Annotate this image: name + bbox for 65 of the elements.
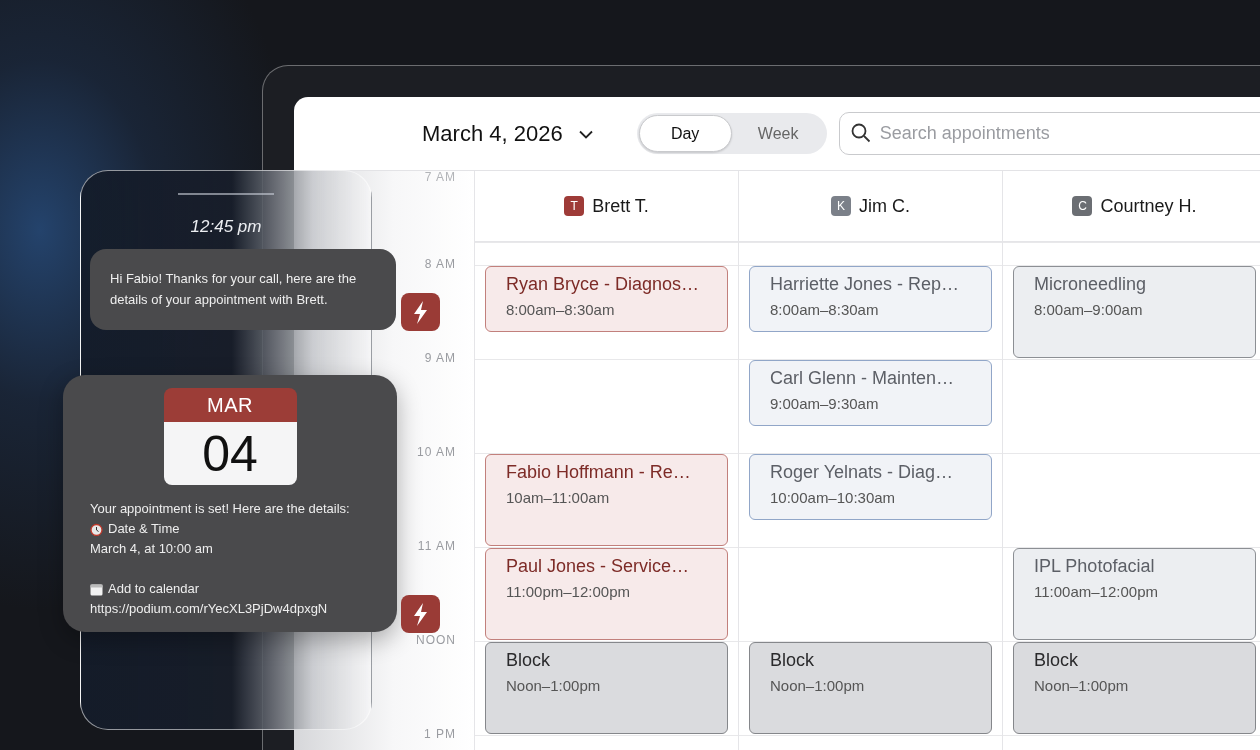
alarm-clock-icon xyxy=(90,522,103,536)
event-title: Paul Jones - Service… xyxy=(506,556,691,577)
time-label: 1 PM xyxy=(424,726,456,743)
calendar-day: 04 xyxy=(163,422,297,485)
event-time: 11:00pm–12:00pm xyxy=(506,583,631,600)
event-title: Roger Yelnats - Diag… xyxy=(770,462,955,483)
event-title: Microneedling xyxy=(1034,274,1148,295)
event-title: Harriette Jones - Rep… xyxy=(770,274,961,295)
search-field[interactable]: Search appointments xyxy=(838,112,1260,155)
appointment-event[interactable]: IPL Photofacial 11:00am–12:00pm xyxy=(1013,548,1256,640)
date-title: March 4, 2026 xyxy=(422,120,563,147)
staff-name: Brett T. xyxy=(592,195,649,217)
message-text: Add to calendar xyxy=(108,580,200,598)
message-text: Date & Time xyxy=(108,520,180,538)
event-time: 8:00am–9:00am xyxy=(1034,301,1144,318)
event-title: Carl Glenn - Mainten… xyxy=(770,368,956,389)
appointment-event[interactable]: Microneedling 8:00am–9:00am xyxy=(1013,266,1256,358)
event-time: 8:00am–8:30am xyxy=(770,301,880,318)
appointment-event[interactable]: Fabio Hoffmann - Re… 10am–11:00am xyxy=(485,454,728,546)
event-time: Noon–1:00pm xyxy=(770,677,866,694)
avatar-initial: K xyxy=(831,196,851,216)
view-tab[interactable]: Week xyxy=(731,115,825,152)
staff-name: Courtney H. xyxy=(1100,195,1197,217)
event-time: Noon–1:00pm xyxy=(1034,677,1130,694)
message-text: Your appointment is set! Here are the details: xyxy=(90,500,350,518)
staff-name: Jim C. xyxy=(859,195,910,217)
event-title: Ryan Bryce - Diagnos… xyxy=(506,274,701,295)
event-time: 9:00am–9:30am xyxy=(770,395,880,412)
message-bubble: Hi Fabio! Thanks for your call, here are the details of your appointment with Brett. xyxy=(90,249,396,330)
view-tab[interactable]: Day xyxy=(638,115,732,152)
event-time: Noon–1:00pm xyxy=(506,677,602,694)
event-title: Fabio Hoffmann - Re… xyxy=(506,462,692,483)
appointment-event[interactable]: Harriette Jones - Rep… 8:00am–8:30am xyxy=(749,266,992,332)
time-label: 7 AM xyxy=(424,171,456,183)
appointment-event[interactable]: Roger Yelnats - Diag… 10:00am–10:30am xyxy=(749,454,992,520)
lightning-icon xyxy=(401,595,440,633)
event-title: Block xyxy=(770,650,815,671)
lightning-icon xyxy=(401,293,440,331)
avatar-initial: T xyxy=(564,196,585,216)
block-event[interactable]: Block Noon–1:00pm xyxy=(1013,642,1256,734)
event-title: Block xyxy=(1034,650,1079,671)
calendar-link[interactable]: https://podium.com/rYecXL3PjDw4dpxgN xyxy=(90,599,370,619)
avatar-initial: C xyxy=(1072,196,1093,216)
event-time: 11:00am–12:00pm xyxy=(1034,583,1159,600)
appointment-event[interactable]: Paul Jones - Service… 11:00pm–12:00pm xyxy=(485,548,728,640)
event-time: 10:00am–10:30am xyxy=(770,489,897,506)
appointment-event[interactable]: Carl Glenn - Mainten… 9:00am–9:30am xyxy=(749,360,992,426)
event-time: 8:00am–8:30am xyxy=(506,301,616,318)
time-label: 9 AM xyxy=(424,350,456,367)
message-text: March 4, at 10:00 am xyxy=(90,540,213,558)
time-label: 8 AM xyxy=(424,256,456,273)
event-title: IPL Photofacial xyxy=(1034,556,1156,577)
block-event[interactable]: Block Noon–1:00pm xyxy=(485,642,728,734)
event-time: 10am–11:00am xyxy=(506,489,611,506)
calendar-month: MAR xyxy=(163,388,297,422)
time-label: NOON xyxy=(416,632,456,649)
block-event[interactable]: Block Noon–1:00pm xyxy=(749,642,992,734)
search-icon xyxy=(850,123,871,143)
event-title: Block xyxy=(506,650,551,671)
time-label: 10 AM xyxy=(416,444,456,461)
time-label: 11 AM xyxy=(417,538,456,555)
message-time: 12:45 pm xyxy=(189,217,263,237)
chevron-down-icon[interactable] xyxy=(578,129,593,139)
appointment-event[interactable]: Ryan Bryce - Diagnos… 8:00am–8:30am xyxy=(485,266,728,332)
calendar-icon xyxy=(90,582,103,596)
